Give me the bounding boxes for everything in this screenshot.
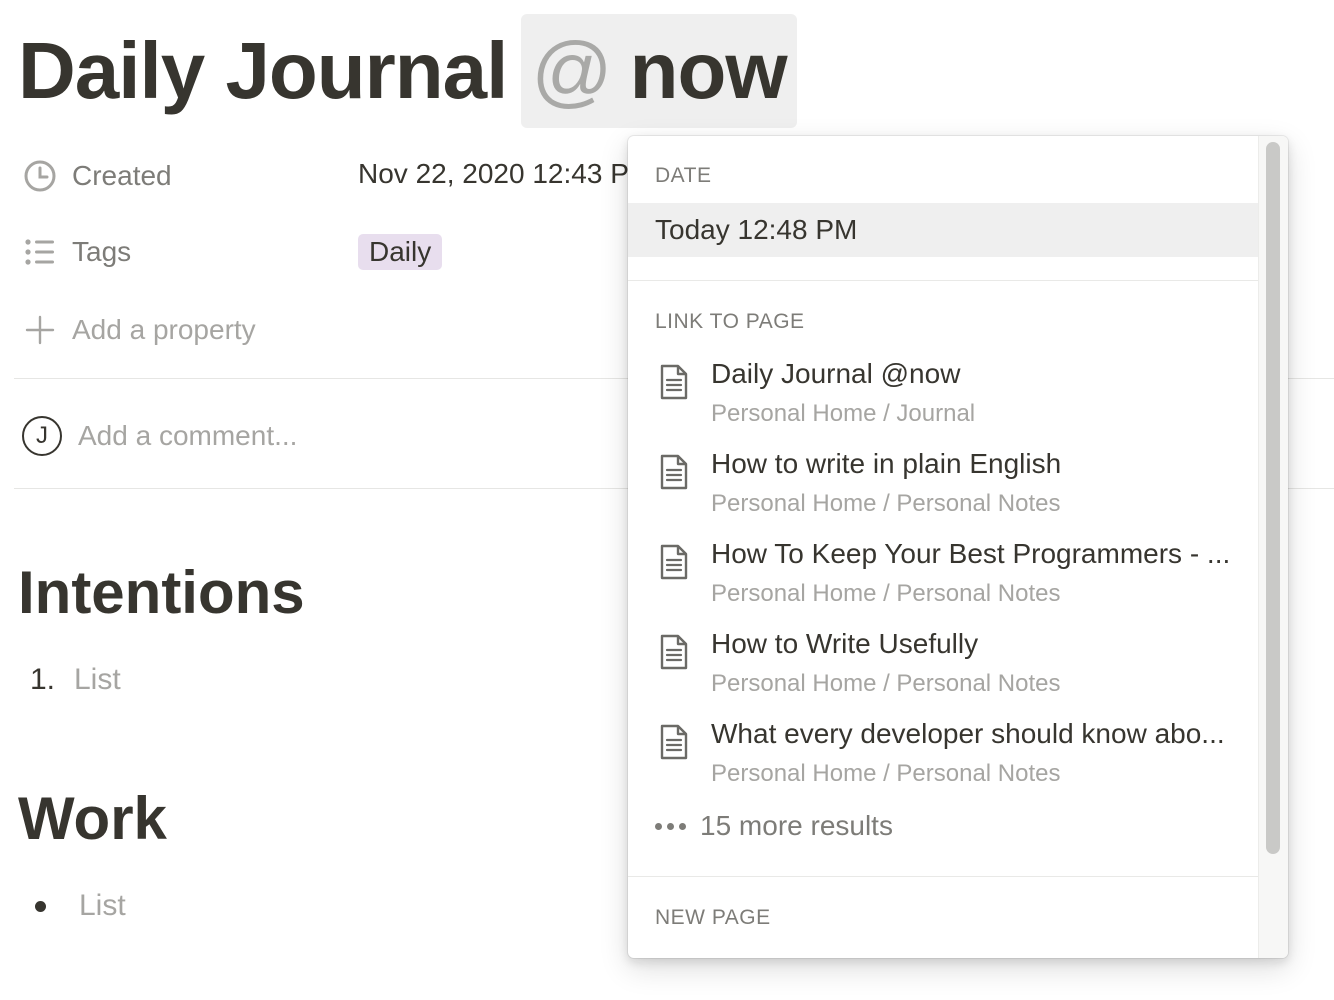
property-created[interactable]: Created [22,156,172,196]
numbered-list-item[interactable]: 1. List [30,660,121,700]
result-title: How to Write Usefully [711,628,979,659]
result-title: Daily Journal @now [711,358,961,389]
more-dots-icon [655,822,686,830]
mention-popup: DATE Today 12:48 PM LINK TO PAGE Daily J… [628,136,1288,958]
list-icon [22,234,58,270]
mention-chip[interactable]: @ now [521,14,797,128]
document-icon [659,364,693,400]
page-link-result[interactable]: Daily Journal @now Personal Home / Journa… [628,358,1258,444]
result-path: Personal Home / Personal Notes [711,490,1061,517]
result-path: Personal Home / Personal Notes [711,580,1061,607]
mention-at-symbol: @ [531,26,612,115]
list-placeholder[interactable]: List [74,663,121,697]
section-header-date: DATE [655,164,712,187]
date-option-label: Today 12:48 PM [655,214,858,245]
comment-input[interactable]: Add a comment... [78,420,297,452]
result-path: Personal Home / Journal [711,400,976,427]
document-icon [659,634,693,670]
result-title: What every developer should know abo... [711,718,1225,749]
result-path: Personal Home / Personal Notes [711,670,1061,697]
plus-icon [22,312,58,348]
divider [628,280,1258,281]
result-path: Personal Home / Personal Notes [711,760,1061,787]
tag-daily[interactable]: Daily [358,234,443,270]
document-icon [659,454,693,490]
page-title-text[interactable]: Daily Journal [18,25,508,117]
page-link-result[interactable]: How To Keep Your Best Programmers - ... P… [628,538,1258,624]
date-option-today[interactable]: Today 12:48 PM [628,203,1258,257]
property-label-tags: Tags [72,236,132,267]
add-property-label: Add a property [72,314,256,345]
property-label-created: Created [72,160,172,191]
property-tags[interactable]: Tags [22,232,131,272]
divider [628,876,1258,877]
heading-intentions[interactable]: Intentions [18,558,305,627]
mention-query: now [629,26,788,115]
heading-work[interactable]: Work [18,784,167,853]
document-icon [659,724,693,760]
document-icon [659,544,693,580]
page-link-result[interactable]: What every developer should know abo... P… [628,718,1258,804]
avatar: J [22,416,62,456]
more-results-label: 15 more results [700,810,893,841]
comment-row[interactable]: J Add a comment... [22,414,297,458]
section-header-link: LINK TO PAGE [655,310,805,333]
result-title: How to write in plain English [711,448,1062,479]
clock-icon [22,158,58,194]
section-header-new-page: NEW PAGE [655,906,771,929]
result-title: How To Keep Your Best Programmers - ... [711,538,1231,569]
bulleted-list-item[interactable]: List [30,886,126,926]
add-property-button[interactable]: Add a property [22,310,256,350]
more-results-button[interactable]: 15 more results [655,808,893,844]
list-placeholder[interactable]: List [79,889,126,923]
page-link-result[interactable]: How to Write Usefully Personal Home / Per… [628,628,1258,714]
bullet-icon [35,900,46,912]
scrollbar-thumb[interactable] [1266,142,1280,854]
created-value: Nov 22, 2020 12:43 PI [358,158,637,189]
page-link-result[interactable]: How to write in plain English Personal Ho… [628,448,1258,534]
list-number: 1. [30,663,56,696]
page-title[interactable]: Daily Journal @ now [18,14,797,128]
